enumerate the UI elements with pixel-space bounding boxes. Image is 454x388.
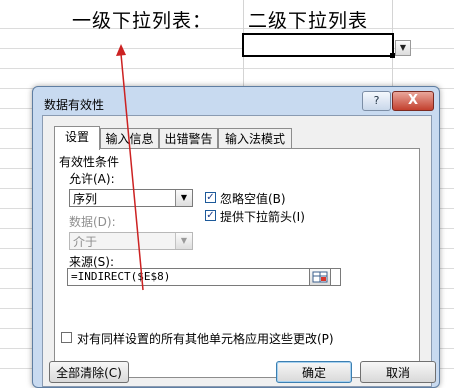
close-icon: X xyxy=(407,93,419,108)
chevron-down-icon[interactable]: ▼ xyxy=(175,190,192,206)
help-icon: ? xyxy=(373,94,380,107)
range-select-icon xyxy=(312,271,328,283)
ok-button[interactable]: 确定 xyxy=(276,361,352,383)
data-value: 介于 xyxy=(73,235,98,249)
close-button[interactable]: X xyxy=(392,91,434,111)
cancel-button[interactable]: 取消 xyxy=(360,361,436,383)
help-button[interactable]: ? xyxy=(362,91,391,111)
level2-list-label: 二级下拉列表 xyxy=(248,10,369,32)
cell-dropdown-button[interactable]: ▼ xyxy=(395,40,411,56)
source-input[interactable]: =INDIRECT($E$8) xyxy=(67,268,341,286)
allow-value: 序列 xyxy=(73,192,98,206)
data-validation-dialog: 数据有效性 ? X 设置 输入信息 出错警告 输入法模式 有效性条件 允许(A)… xyxy=(32,86,440,388)
apply-all-label: 对有同样设置的所有其他单元格应用这些更改(P) xyxy=(77,332,334,346)
apply-all-checkbox[interactable] xyxy=(61,332,72,343)
selected-cell[interactable] xyxy=(242,33,394,57)
in-cell-dropdown-checkbox[interactable]: ✓ xyxy=(205,210,216,221)
level1-list-label: 一级下拉列表： xyxy=(72,10,213,32)
ignore-blank-label: 忽略空值(B) xyxy=(220,192,286,206)
data-select[interactable]: 介于 ▼ xyxy=(69,232,193,250)
allow-select[interactable]: 序列 ▼ xyxy=(69,189,193,207)
chevron-down-icon: ▼ xyxy=(399,43,407,52)
data-label: 数据(D): xyxy=(69,215,116,229)
dialog-body: 设置 输入信息 出错警告 输入法模式 有效性条件 允许(A): 序列 ▼ ✓ 忽… xyxy=(42,115,432,387)
in-cell-dropdown-label: 提供下拉箭头(I) xyxy=(220,210,305,224)
chevron-down-icon[interactable]: ▼ xyxy=(175,233,192,249)
tab-error-alert[interactable]: 出错警告 xyxy=(159,128,218,149)
allow-label: 允许(A): xyxy=(69,172,115,186)
range-select-button[interactable] xyxy=(309,268,331,286)
clear-all-button[interactable]: 全部清除(C) xyxy=(49,361,129,383)
ignore-blank-checkbox[interactable]: ✓ xyxy=(205,192,216,203)
dialog-title: 数据有效性 xyxy=(44,98,105,112)
tab-input-message[interactable]: 输入信息 xyxy=(100,128,159,149)
criteria-group-label: 有效性条件 xyxy=(59,155,120,169)
tab-settings[interactable]: 设置 xyxy=(54,126,100,150)
tab-ime-mode[interactable]: 输入法模式 xyxy=(218,128,292,149)
